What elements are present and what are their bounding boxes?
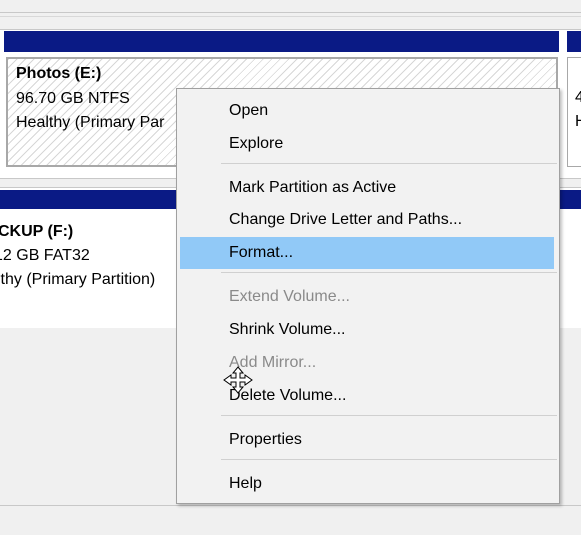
menu-item-open[interactable]: Open — [180, 95, 554, 127]
move-cursor-icon — [222, 366, 254, 394]
bottom-divider — [0, 505, 581, 506]
volume-status: lthy (Primary Partition) — [0, 271, 156, 288]
volume-name: CKUP (F:) — [0, 223, 74, 240]
volume-name: Photos (E:) — [16, 65, 102, 82]
menu-separator — [221, 459, 557, 460]
menu-item-label: Format... — [229, 244, 294, 261]
top-strip — [0, 0, 581, 17]
context-menu: Open Explore Mark Partition as Active Ch… — [176, 88, 560, 504]
menu-item-label: Extend Volume... — [229, 288, 350, 305]
menu-item-change-drive-letter[interactable]: Change Drive Letter and Paths... — [180, 204, 554, 236]
menu-item-label: Open — [229, 102, 269, 119]
top-divider — [0, 12, 581, 13]
menu-item-shrink-volume[interactable]: Shrink Volume... — [180, 314, 554, 346]
menu-item-extend-volume[interactable]: Extend Volume... — [180, 281, 554, 313]
partition-right[interactable]: 4 H — [567, 57, 581, 167]
menu-item-label: Shrink Volume... — [229, 321, 346, 338]
volume-size: 12 GB FAT32 — [0, 247, 90, 264]
menu-item-help[interactable]: Help — [180, 468, 554, 500]
volume-size: 96.70 GB NTFS — [16, 90, 130, 107]
partition-right-text-2: H — [575, 113, 581, 130]
partition-right-text-1: 4 — [575, 89, 581, 106]
partition-bar-photos — [4, 31, 559, 52]
menu-item-label: Help — [229, 475, 262, 492]
volume-status: Healthy (Primary Par — [16, 114, 165, 131]
menu-separator — [221, 163, 557, 164]
partition-bar-right — [567, 31, 581, 52]
menu-separator — [221, 272, 557, 273]
menu-item-label: Mark Partition as Active — [229, 179, 397, 196]
menu-separator — [221, 415, 557, 416]
menu-item-label: Properties — [229, 431, 302, 448]
menu-item-explore[interactable]: Explore — [180, 128, 554, 160]
menu-item-format[interactable]: Format... — [180, 237, 554, 269]
menu-item-mark-active[interactable]: Mark Partition as Active — [180, 172, 554, 204]
menu-item-label: Change Drive Letter and Paths... — [229, 211, 463, 228]
menu-item-label: Explore — [229, 135, 284, 152]
menu-item-properties[interactable]: Properties — [180, 424, 554, 456]
